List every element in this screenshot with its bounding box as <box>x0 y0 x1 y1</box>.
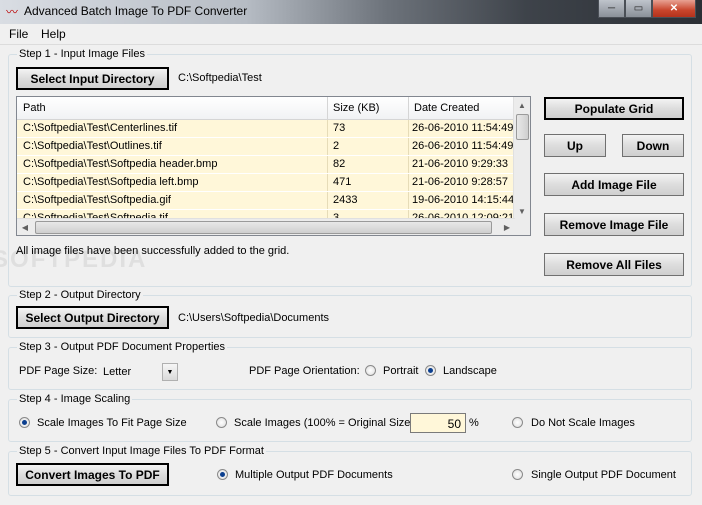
remove-image-file-button[interactable]: Remove Image File <box>544 213 684 236</box>
scroll-right-icon[interactable]: ▶ <box>499 219 515 235</box>
menu-help[interactable]: Help <box>41 27 66 41</box>
status-message: All image files have been successfully a… <box>16 245 290 257</box>
fit-page-radio[interactable] <box>19 417 30 428</box>
add-image-file-button[interactable]: Add Image File <box>544 173 684 196</box>
window-controls: ─ ▭ ✕ <box>598 0 696 18</box>
grid-header: Path Size (KB) Date Created <box>17 97 515 120</box>
scroll-down-icon[interactable]: ▼ <box>514 203 530 219</box>
step3-label: Step 3 - Output PDF Document Properties <box>17 341 228 353</box>
select-output-directory-button[interactable]: Select Output Directory <box>16 306 169 329</box>
table-row[interactable]: C:\Softpedia\Test\Softpedia header.bmp 8… <box>17 156 515 173</box>
page-size-select[interactable]: Letter ▼ <box>100 362 178 382</box>
scroll-up-icon[interactable]: ▲ <box>514 97 530 113</box>
up-button[interactable]: Up <box>544 134 606 157</box>
title-bar: 〰 Advanced Batch Image To PDF Converter … <box>0 0 702 24</box>
column-header-size[interactable]: Size (KB) <box>333 102 379 114</box>
populate-grid-button[interactable]: Populate Grid <box>544 97 684 120</box>
page-size-label: PDF Page Size: <box>19 365 98 377</box>
cell-date: 21-06-2010 9:28:57 <box>412 176 509 188</box>
close-button[interactable]: ✕ <box>652 0 696 18</box>
portrait-label[interactable]: Portrait <box>383 365 418 377</box>
select-input-directory-button[interactable]: Select Input Directory <box>16 67 169 90</box>
cell-date: 19-06-2010 14:15:44 <box>412 194 515 206</box>
orientation-label: PDF Page Orientation: <box>249 365 360 377</box>
cell-date: 26-06-2010 11:54:49 <box>412 122 514 134</box>
app-icon: 〰 <box>5 5 18 19</box>
portrait-radio[interactable] <box>365 365 376 376</box>
scale-images-radio[interactable] <box>216 417 227 428</box>
cell-size: 82 <box>333 158 346 170</box>
cell-size: 2433 <box>333 194 358 206</box>
grid-horizontal-scrollbar[interactable]: ◀ ▶ <box>17 218 515 235</box>
table-row[interactable]: C:\Softpedia\Test\Softpedia.gif 2433 19-… <box>17 192 515 209</box>
no-scale-radio[interactable] <box>512 417 523 428</box>
remove-all-files-button[interactable]: Remove All Files <box>544 253 684 276</box>
multiple-output-radio[interactable] <box>217 469 228 480</box>
cell-size: 2 <box>333 140 340 152</box>
cell-path: C:\Softpedia\Test\Softpedia left.bmp <box>23 176 199 188</box>
single-output-label[interactable]: Single Output PDF Document <box>531 469 676 481</box>
grid-vertical-scrollbar[interactable]: ▲ ▼ <box>513 97 530 219</box>
landscape-label[interactable]: Landscape <box>443 365 497 377</box>
vertical-scroll-thumb[interactable] <box>516 114 529 140</box>
column-header-path[interactable]: Path <box>23 102 46 114</box>
output-directory-path: C:\Users\Softpedia\Documents <box>178 312 330 324</box>
column-header-date[interactable]: Date Created <box>414 102 479 114</box>
cell-path: C:\Softpedia\Test\Softpedia header.bmp <box>23 158 218 170</box>
cell-size: 471 <box>333 176 352 188</box>
page-size-value: Letter <box>103 366 132 378</box>
table-row[interactable]: C:\Softpedia\Test\Centerlines.tif 73 26-… <box>17 120 515 137</box>
landscape-radio[interactable] <box>425 365 436 376</box>
cell-size: 73 <box>333 122 346 134</box>
window-title: Advanced Batch Image To PDF Converter <box>24 4 248 18</box>
image-files-grid[interactable]: Path Size (KB) Date Created C:\Softpedia… <box>16 96 531 236</box>
horizontal-scroll-thumb[interactable] <box>35 221 492 234</box>
scale-images-label[interactable]: Scale Images (100% = Original Size) <box>234 417 414 429</box>
step1-label: Step 1 - Input Image Files <box>17 48 147 60</box>
scale-percent-input[interactable]: 50 <box>410 413 466 433</box>
multiple-output-label[interactable]: Multiple Output PDF Documents <box>235 469 393 481</box>
single-output-radio[interactable] <box>512 469 523 480</box>
cell-path: C:\Softpedia\Test\Outlines.tif <box>23 140 162 152</box>
chevron-down-icon[interactable]: ▼ <box>162 363 178 381</box>
percent-label: % <box>469 417 479 429</box>
down-button[interactable]: Down <box>622 134 684 157</box>
no-scale-label[interactable]: Do Not Scale Images <box>531 417 635 429</box>
cell-path: C:\Softpedia\Test\Centerlines.tif <box>23 122 178 134</box>
step2-label: Step 2 - Output Directory <box>17 289 143 301</box>
menu-file[interactable]: File <box>9 27 28 41</box>
step5-label: Step 5 - Convert Input Image Files To PD… <box>17 445 266 457</box>
cell-date: 26-06-2010 11:54:49 <box>412 140 514 152</box>
minimize-button[interactable]: ─ <box>598 0 625 18</box>
convert-images-button[interactable]: Convert Images To PDF <box>16 463 169 486</box>
table-row[interactable]: C:\Softpedia\Test\Outlines.tif 2 26-06-2… <box>17 138 515 155</box>
fit-page-label[interactable]: Scale Images To Fit Page Size <box>37 417 187 429</box>
scroll-corner <box>514 219 530 235</box>
maximize-button[interactable]: ▭ <box>625 0 652 18</box>
cell-path: C:\Softpedia\Test\Softpedia.gif <box>23 194 171 206</box>
scroll-left-icon[interactable]: ◀ <box>17 219 33 235</box>
input-directory-path: C:\Softpedia\Test <box>178 72 262 84</box>
step4-label: Step 4 - Image Scaling <box>17 393 133 405</box>
menu-bar: File Help <box>0 24 702 45</box>
table-row[interactable]: C:\Softpedia\Test\Softpedia left.bmp 471… <box>17 174 515 191</box>
cell-date: 21-06-2010 9:29:33 <box>412 158 509 170</box>
